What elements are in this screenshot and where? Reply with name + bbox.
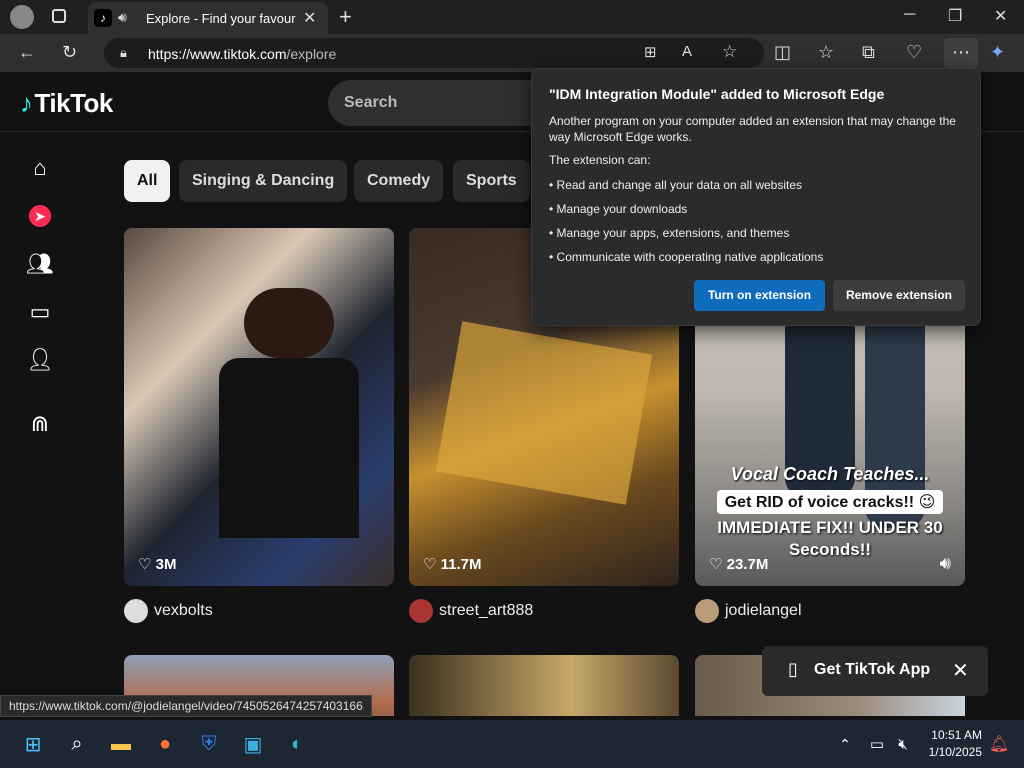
video-author[interactable]: jodielangel (695, 599, 802, 623)
firefox-icon[interactable]: ● (152, 731, 178, 757)
category-sports[interactable]: Sports (453, 160, 530, 202)
left-sidebar: ⌂ ➤ 👥︎ ▭ 👤︎ ⋒ (0, 132, 80, 716)
restore-button[interactable]: ❐ (948, 6, 962, 26)
tiktok-favicon-icon: ♪ (94, 9, 112, 27)
favorites-icon[interactable]: ☆ (818, 42, 834, 63)
navigation-bar: ← ↻ 🔒︎ https://www.tiktok.com/explore ⊞ … (0, 34, 1024, 72)
notification-bell-icon[interactable]: 🔔︎ (986, 731, 1012, 757)
chevron-up-icon[interactable]: ⌃ (832, 731, 858, 757)
virtualbox-icon[interactable]: ▣ (240, 731, 266, 757)
windows-taskbar: ⊞ ⌕ ▬ ● ⛨ ▣ ◐ ⌃ ▭ 🔇︎ 10:51 AM 1/10/2025 … (0, 720, 1024, 768)
likes-count: ♡ 23.7M (709, 556, 769, 573)
start-icon[interactable]: ⊞ (20, 731, 46, 757)
video-author[interactable]: street_art888 (409, 599, 533, 623)
get-app-label: Get TikTok App (814, 661, 931, 678)
browser-essentials-icon[interactable]: ♡ (906, 42, 922, 63)
tab-actions-icon[interactable] (52, 9, 66, 23)
remove-extension-button[interactable]: Remove extension (833, 280, 965, 311)
address-bar[interactable]: 🔒︎ https://www.tiktok.com/explore ⊞ A ☆ (104, 38, 764, 68)
category-all[interactable]: All (124, 160, 171, 202)
video-caption-line: IMMEDIATE FIX!! UNDER 30 (717, 518, 943, 537)
refresh-button[interactable]: ↻ (62, 42, 77, 63)
video-thumbnail-suit (219, 358, 359, 538)
profile-avatar-icon[interactable] (10, 5, 34, 29)
permission-item: • Communicate with cooperating native ap… (549, 250, 824, 264)
url-text: https://www.tiktok.com/explore (148, 46, 337, 62)
video-thumbnail-brick (435, 321, 653, 505)
clock[interactable]: 10:51 AM 1/10/2025 (922, 727, 982, 761)
tab-title: Explore - Find your favourite (146, 11, 296, 26)
favorite-star-icon[interactable]: ☆ (722, 42, 737, 62)
category-comedy[interactable]: Comedy (354, 160, 444, 202)
minimize-button[interactable]: ─ (904, 6, 915, 24)
video-card[interactable]: ♡ 3M (124, 228, 394, 586)
video-caption-line: Get RID of voice cracks!! 😉 (717, 490, 943, 514)
following-icon[interactable]: 👥︎ (26, 250, 54, 278)
video-author[interactable]: vexbolts (124, 599, 213, 623)
defender-icon[interactable]: ⛨ (196, 731, 222, 757)
live-icon[interactable]: ▭ (26, 298, 54, 326)
tab-bar: ♪ 🔊︎ Explore - Find your favourite ✕ + ─… (0, 0, 1024, 34)
search-icon[interactable]: ⌕ (64, 731, 90, 757)
split-screen-icon[interactable]: ◫ (774, 42, 791, 63)
turn-on-extension-button[interactable]: Turn on extension (694, 280, 825, 311)
read-aloud-icon[interactable]: A (682, 43, 692, 60)
settings-more-button[interactable]: ⋯ (944, 38, 978, 68)
collections-icon[interactable]: ⧉ (862, 42, 875, 63)
author-avatar (124, 599, 148, 623)
edge-icon[interactable]: ◐ (284, 731, 310, 757)
file-explorer-icon[interactable]: ▬ (108, 731, 134, 757)
clock-date: 1/10/2025 (928, 745, 982, 759)
back-button[interactable]: ← (18, 42, 36, 63)
tiktok-logo[interactable]: ♪TikTok (20, 88, 113, 119)
status-url: https://www.tiktok.com/@jodielangel/vide… (0, 695, 372, 717)
permission-item: • Read and change all your data on all w… (549, 178, 803, 192)
copilot-icon[interactable]: ✦ (990, 42, 1005, 63)
likes-count: ♡ 11.7M (423, 556, 482, 573)
author-avatar (695, 599, 719, 623)
category-singing-dancing[interactable]: Singing & Dancing (179, 160, 348, 202)
app-available-icon[interactable]: ⊞ (644, 43, 657, 61)
volume-muted-icon[interactable]: 🔇︎ (890, 731, 916, 757)
video-thumbnail-figure (244, 288, 334, 358)
tab-explore[interactable]: ♪ 🔊︎ Explore - Find your favourite ✕ (88, 2, 328, 34)
popup-title: "IDM Integration Module" added to Micros… (549, 86, 885, 102)
extension-added-popup: "IDM Integration Module" added to Micros… (531, 68, 981, 326)
permission-item: • Manage your downloads (549, 202, 688, 216)
get-tiktok-app-banner[interactable]: ▯ Get TikTok App ✕ (762, 646, 988, 696)
sound-icon[interactable]: 🔊︎ (940, 553, 951, 574)
home-icon[interactable]: ⌂ (26, 154, 54, 182)
phone-icon: ▯ (788, 659, 798, 679)
explore-icon[interactable]: ➤ (26, 202, 54, 230)
more-icon[interactable]: ⋒ (26, 410, 54, 438)
popup-can-label: The extension can: (549, 153, 651, 167)
permission-item: • Manage your apps, extensions, and them… (549, 226, 790, 240)
video-caption-line: Vocal Coach Teaches... (730, 464, 930, 484)
profile-icon[interactable]: 👤︎ (26, 346, 54, 374)
close-icon[interactable]: ✕ (952, 658, 969, 683)
new-tab-button[interactable]: + (339, 4, 352, 30)
lock-icon[interactable]: 🔒︎ (120, 45, 127, 61)
author-avatar (409, 599, 433, 623)
speaker-icon[interactable]: 🔊︎ (118, 9, 136, 27)
popup-description: Another program on your computer added a… (549, 114, 956, 144)
video-card[interactable] (409, 655, 679, 716)
close-window-button[interactable]: ✕ (994, 6, 1007, 26)
likes-count: ♡ 3M (138, 556, 177, 573)
search-placeholder: Search (344, 94, 398, 111)
network-icon[interactable]: ▭ (864, 731, 890, 757)
close-tab-icon[interactable]: ✕ (303, 8, 316, 28)
clock-time: 10:51 AM (931, 728, 982, 742)
